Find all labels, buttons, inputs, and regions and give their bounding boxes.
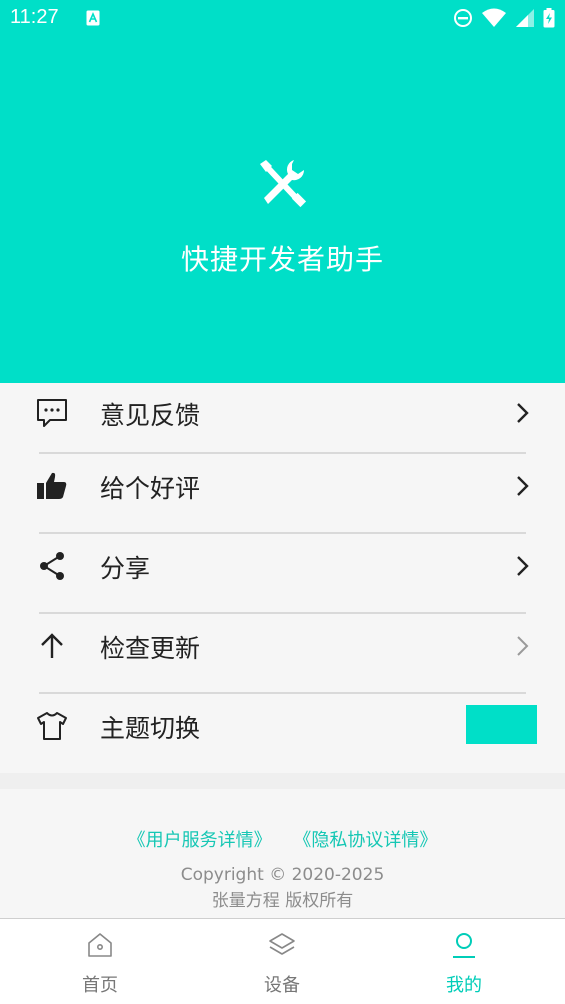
tab-label: 设备: [264, 975, 300, 996]
theme-color-swatch[interactable]: [466, 705, 537, 744]
tab-mine[interactable]: 我的: [370, 919, 558, 1004]
wifi-icon: [482, 8, 506, 27]
chevron-right-icon: [517, 476, 529, 496]
menu-item-check-update[interactable]: 检查更新: [0, 614, 565, 694]
app-title: 快捷开发者助手: [180, 243, 384, 276]
menu-item-label: 主题切换: [100, 714, 201, 743]
status-time: 11:27: [10, 6, 59, 28]
privacy-policy-link[interactable]: 《隐私协议详情》: [293, 830, 437, 851]
chevron-right-icon: [517, 403, 529, 423]
section-separator: [0, 773, 565, 789]
menu-item-feedback[interactable]: 意见反馈: [0, 383, 565, 454]
menu-item-share[interactable]: 分享: [0, 534, 565, 614]
status-bar: 11:27: [0, 0, 565, 38]
layers-icon: [269, 933, 295, 955]
tab-label: 我的: [446, 975, 482, 996]
tshirt-icon: [37, 712, 67, 740]
menu-item-label: 检查更新: [100, 634, 201, 663]
settings-menu: 意见反馈 给个好评 分享 检查更新 主题切换: [0, 383, 565, 774]
menu-item-label: 给个好评: [100, 474, 201, 503]
battery-charging-icon: [543, 8, 555, 28]
notification-a-icon: [86, 10, 100, 26]
chevron-right-icon: [517, 636, 529, 656]
tools-icon: [260, 160, 306, 208]
cell-signal-icon: [516, 9, 534, 27]
copyright-text: Copyright © 2020-2025: [180, 865, 385, 885]
feedback-icon: [37, 399, 67, 427]
status-icons: [453, 8, 555, 28]
arrow-up-icon: [41, 633, 63, 658]
copyright-owner: 张量方程 版权所有: [211, 891, 354, 911]
menu-item-label: 分享: [100, 554, 151, 583]
bottom-navigation: 首页 设备 我的: [0, 918, 565, 1004]
policy-links: 《用户服务详情》 《隐私协议详情》: [0, 826, 565, 852]
do-not-disturb-icon: [454, 9, 472, 27]
user-service-link[interactable]: 《用户服务详情》: [128, 830, 272, 851]
menu-item-theme[interactable]: 主题切换: [0, 694, 565, 774]
user-icon: [453, 933, 475, 958]
tab-label: 首页: [82, 975, 118, 996]
tab-devices[interactable]: 设备: [188, 919, 376, 1004]
tab-home[interactable]: 首页: [6, 919, 194, 1004]
profile-header: 11:27 快捷开发者助手: [0, 0, 565, 383]
thumbs-up-icon: [37, 472, 67, 499]
home-icon: [88, 933, 112, 957]
copyright-block: Copyright © 2020-2025 张量方程 版权所有: [0, 862, 565, 914]
chevron-right-icon: [517, 556, 529, 576]
menu-item-rate[interactable]: 给个好评: [0, 454, 565, 534]
share-icon: [40, 552, 64, 580]
menu-item-label: 意见反馈: [100, 401, 201, 430]
